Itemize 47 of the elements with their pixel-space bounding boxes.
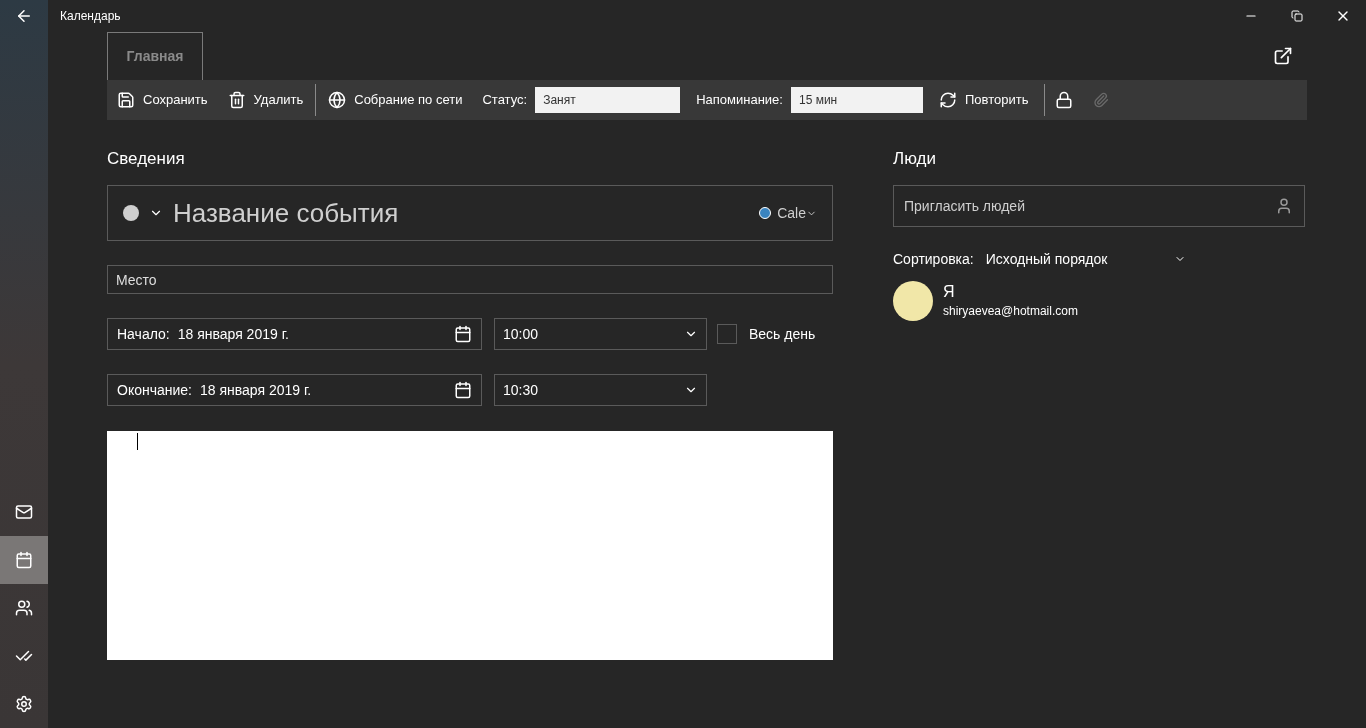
person-icon xyxy=(1275,197,1293,215)
date-label: Окончание: xyxy=(117,380,192,400)
location-field[interactable]: Место xyxy=(107,265,833,294)
people-icon xyxy=(15,599,33,617)
time-dropdown[interactable]: 10:30 xyxy=(494,374,707,406)
attendee-email: shiryaevea@hotmail.com xyxy=(943,303,1078,320)
date-label: Начало: xyxy=(117,324,170,344)
calendar-icon xyxy=(15,551,33,569)
lock-icon xyxy=(1055,91,1074,109)
reminder-label: Напоминание: xyxy=(696,91,783,110)
mail-icon xyxy=(15,503,33,521)
section-heading: Сведения xyxy=(107,148,186,170)
delete-button[interactable]: Удалить xyxy=(217,80,314,120)
globe-icon xyxy=(328,91,347,109)
settings-icon xyxy=(15,695,33,713)
all-day-checkbox[interactable] xyxy=(717,324,737,344)
time-dropdown[interactable]: 10:00 xyxy=(494,318,707,350)
attendee-name: Я xyxy=(943,282,956,302)
event-title-field[interactable]: Название события Cale xyxy=(107,185,833,241)
trash-icon xyxy=(227,91,246,109)
save-button[interactable]: Сохранить xyxy=(107,80,218,120)
repeat-button[interactable]: Повторить xyxy=(922,80,1045,120)
status-label: Статус: xyxy=(482,91,528,110)
popout-icon xyxy=(1273,46,1293,66)
date-field[interactable]: Начало: 18 января 2019 г. xyxy=(107,318,482,350)
sort-label: Сортировка: xyxy=(893,249,974,269)
nav-item[interactable] xyxy=(0,536,48,584)
calendar-icon xyxy=(454,325,472,343)
calendar-selector[interactable]: Cale xyxy=(759,202,817,224)
date-value: 18 января 2019 г. xyxy=(200,380,313,400)
invite-field[interactable]: Пригласить людей xyxy=(893,185,1305,227)
all-day-label: Весь день xyxy=(749,324,816,344)
date-value: 18 января 2019 г. xyxy=(177,324,290,344)
restore-icon xyxy=(1291,10,1303,22)
date-field[interactable]: Окончание: 18 января 2019 г. xyxy=(107,374,482,406)
paperclip-icon xyxy=(1093,92,1110,108)
status-field[interactable]: Занят xyxy=(535,87,681,113)
reminder-field[interactable]: 15 мин xyxy=(790,87,923,113)
section-heading: Люди xyxy=(893,148,937,170)
online-meeting-button[interactable]: Собрание по сети xyxy=(318,80,473,120)
avatar xyxy=(893,281,933,321)
window-title: Календарь xyxy=(60,8,121,25)
sort-dropdown[interactable]: Исходный порядок xyxy=(985,248,1186,270)
calendar-icon xyxy=(454,381,472,399)
repeat-icon xyxy=(938,91,957,109)
save-icon xyxy=(117,91,135,109)
text-cursor xyxy=(137,433,138,450)
